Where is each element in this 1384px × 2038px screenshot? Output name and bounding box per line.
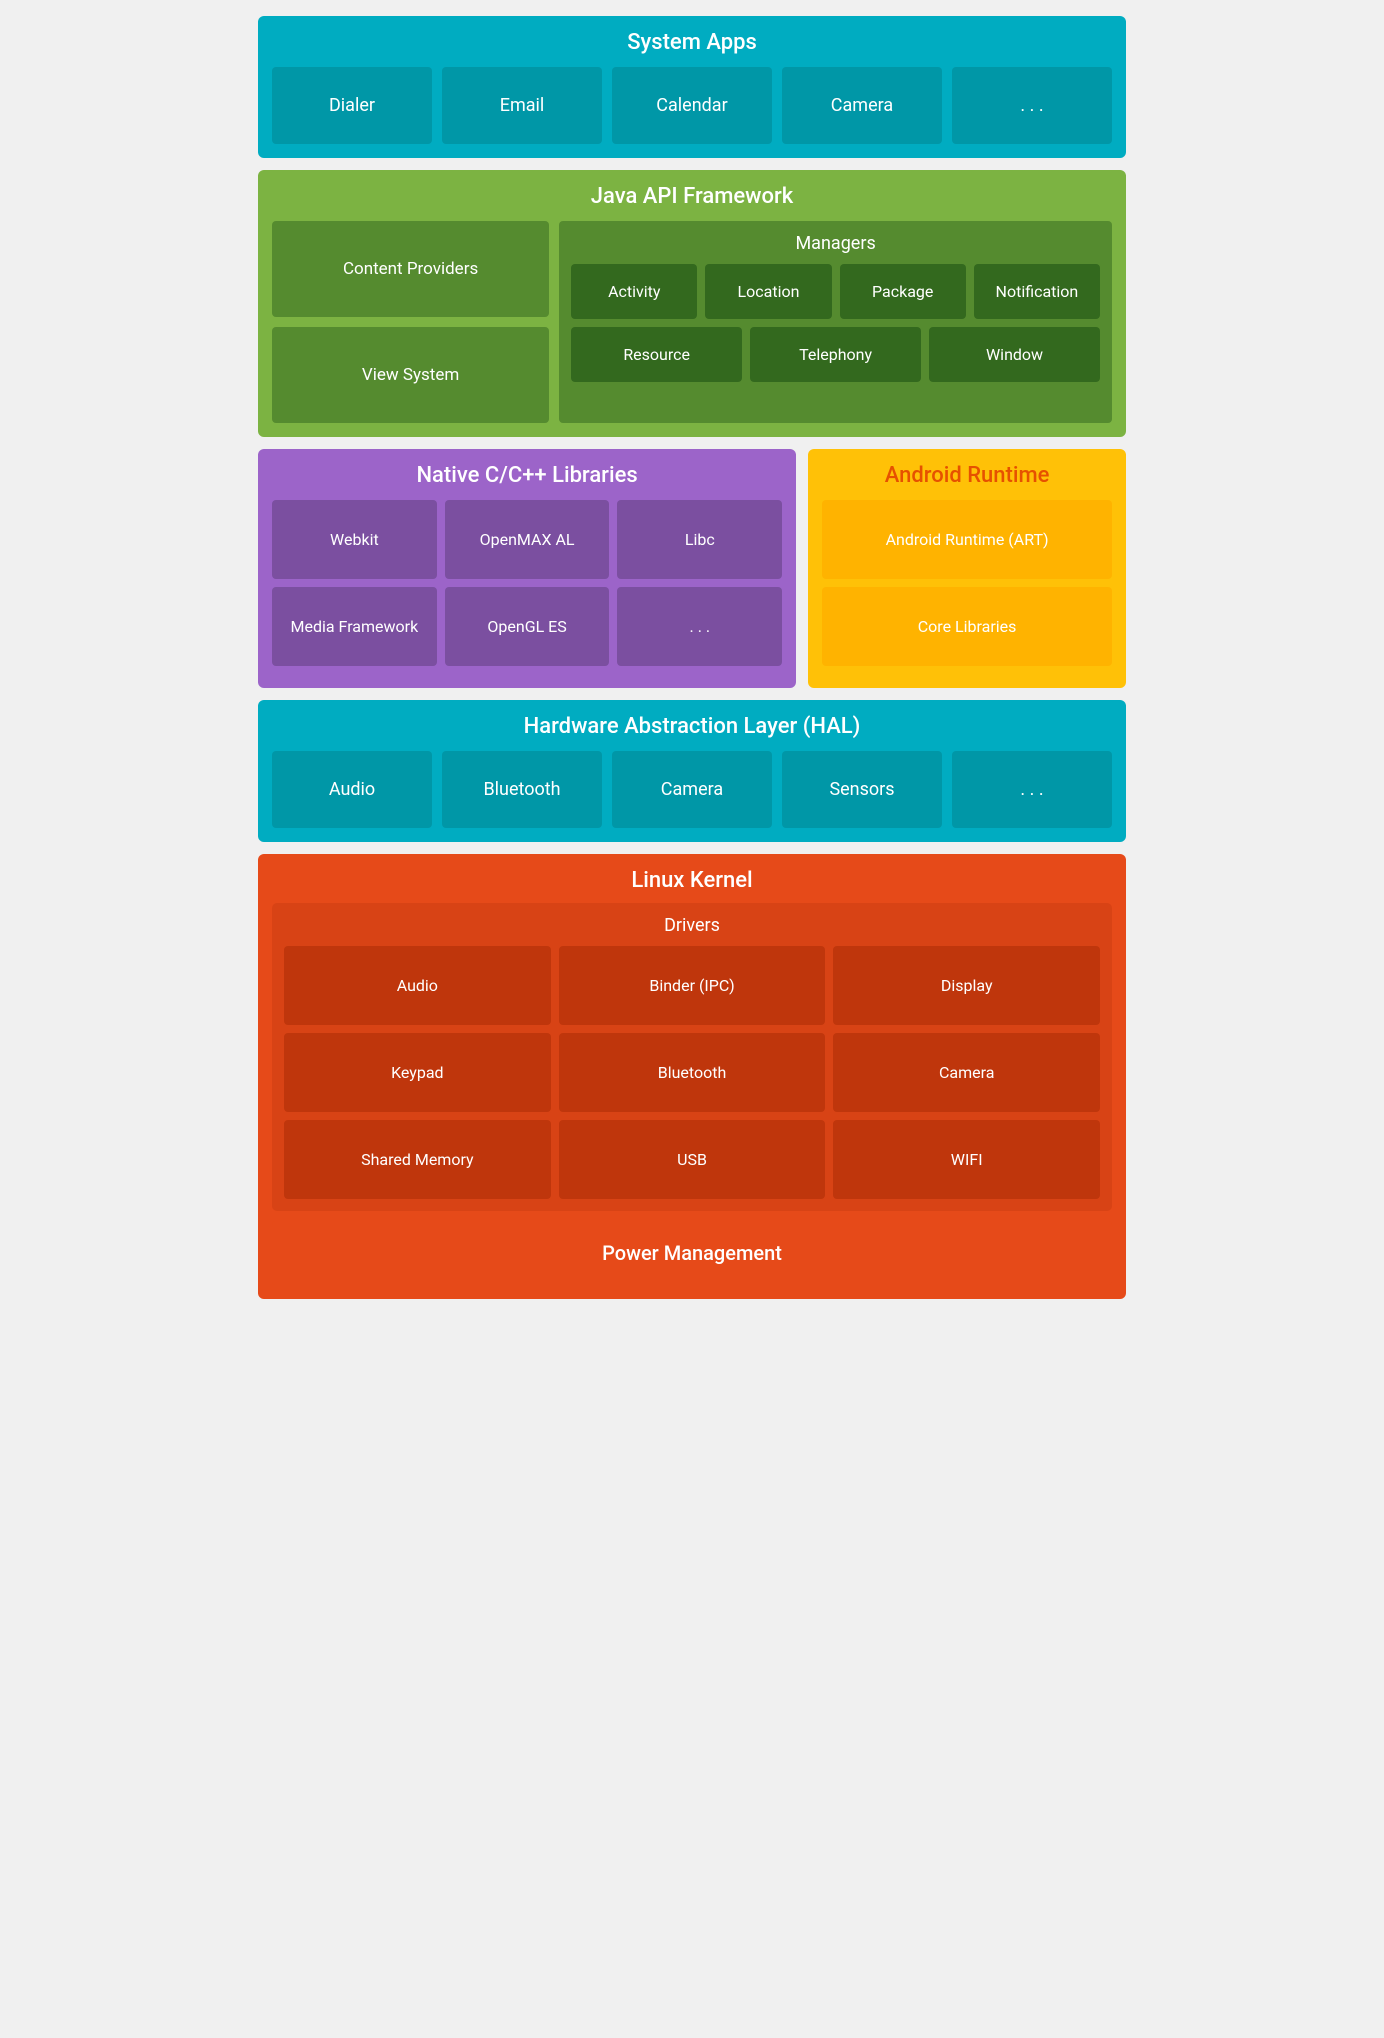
lib-webkit: Webkit (272, 500, 437, 579)
android-runtime-title: Android Runtime (822, 463, 1112, 488)
system-apps-layer: System Apps Dialer Email Calendar Camera… (258, 16, 1126, 158)
managers-col: Managers Activity Location Package Notif… (559, 221, 1112, 423)
manager-telephony: Telephony (750, 327, 921, 382)
manager-activity: Activity (571, 264, 697, 319)
app-calendar: Calendar (612, 67, 772, 144)
managers-title: Managers (571, 233, 1100, 254)
hal-sensors: Sensors (782, 751, 942, 828)
hal-bluetooth: Bluetooth (442, 751, 602, 828)
view-system-box: View System (272, 327, 549, 423)
app-email: Email (442, 67, 602, 144)
native-libs-layer: Native C/C++ Libraries Webkit OpenMAX AL… (258, 449, 796, 688)
java-api-content: Content Providers View System Managers A… (272, 221, 1112, 423)
android-runtime-layer: Android Runtime Android Runtime (ART) Co… (808, 449, 1126, 688)
drivers-title: Drivers (284, 915, 1100, 936)
driver-display: Display (833, 946, 1100, 1025)
lib-libc: Libc (617, 500, 782, 579)
app-dialer: Dialer (272, 67, 432, 144)
hal-more: . . . (952, 751, 1112, 828)
java-api-title: Java API Framework (272, 184, 1112, 209)
managers-row-1: Activity Location Package Notification (571, 264, 1100, 319)
lib-opengl: OpenGL ES (445, 587, 610, 666)
system-apps-row: Dialer Email Calendar Camera . . . (272, 67, 1112, 144)
manager-notification: Notification (974, 264, 1100, 319)
java-api-layer: Java API Framework Content Providers Vie… (258, 170, 1126, 437)
hal-camera: Camera (612, 751, 772, 828)
app-camera: Camera (782, 67, 942, 144)
system-apps-title: System Apps (272, 30, 1112, 55)
driver-wifi: WIFI (833, 1120, 1100, 1199)
libs-grid: Webkit OpenMAX AL Libc Media Framework O… (272, 500, 782, 666)
drivers-row-1: Audio Binder (IPC) Display (284, 946, 1100, 1025)
drivers-grid: Audio Binder (IPC) Display Keypad Blueto… (284, 946, 1100, 1199)
manager-window: Window (929, 327, 1100, 382)
hal-audio: Audio (272, 751, 432, 828)
managers-grid: Activity Location Package Notification R… (571, 264, 1100, 382)
drivers-row-2: Keypad Bluetooth Camera (284, 1033, 1100, 1112)
manager-location: Location (705, 264, 831, 319)
driver-camera: Camera (833, 1033, 1100, 1112)
core-libs-box: Core Libraries (822, 587, 1112, 666)
libs-row-2: Media Framework OpenGL ES . . . (272, 587, 782, 666)
drivers-row-3: Shared Memory USB WIFI (284, 1120, 1100, 1199)
power-management-box: Power Management (272, 1221, 1112, 1285)
managers-row-2: Resource Telephony Window (571, 327, 1100, 382)
driver-usb: USB (559, 1120, 826, 1199)
java-api-left: Content Providers View System (272, 221, 549, 423)
manager-resource: Resource (571, 327, 742, 382)
lib-more: . . . (617, 587, 782, 666)
native-libs-title: Native C/C++ Libraries (272, 463, 782, 488)
drivers-section: Drivers Audio Binder (IPC) Display Keypa… (272, 903, 1112, 1211)
hal-layer: Hardware Abstraction Layer (HAL) Audio B… (258, 700, 1126, 842)
hal-title: Hardware Abstraction Layer (HAL) (272, 714, 1112, 739)
app-more: . . . (952, 67, 1112, 144)
lib-openmax: OpenMAX AL (445, 500, 610, 579)
libs-row-1: Webkit OpenMAX AL Libc (272, 500, 782, 579)
linux-kernel-layer: Linux Kernel Drivers Audio Binder (IPC) … (258, 854, 1126, 1299)
driver-bluetooth: Bluetooth (559, 1033, 826, 1112)
art-box: Android Runtime (ART) (822, 500, 1112, 579)
lib-media: Media Framework (272, 587, 437, 666)
content-providers-box: Content Providers (272, 221, 549, 317)
manager-package: Package (840, 264, 966, 319)
driver-shared-memory: Shared Memory (284, 1120, 551, 1199)
hal-row: Audio Bluetooth Camera Sensors . . . (272, 751, 1112, 828)
driver-audio: Audio (284, 946, 551, 1025)
driver-binder: Binder (IPC) (559, 946, 826, 1025)
middle-row: Native C/C++ Libraries Webkit OpenMAX AL… (258, 449, 1126, 688)
driver-keypad: Keypad (284, 1033, 551, 1112)
linux-kernel-title: Linux Kernel (272, 868, 1112, 893)
